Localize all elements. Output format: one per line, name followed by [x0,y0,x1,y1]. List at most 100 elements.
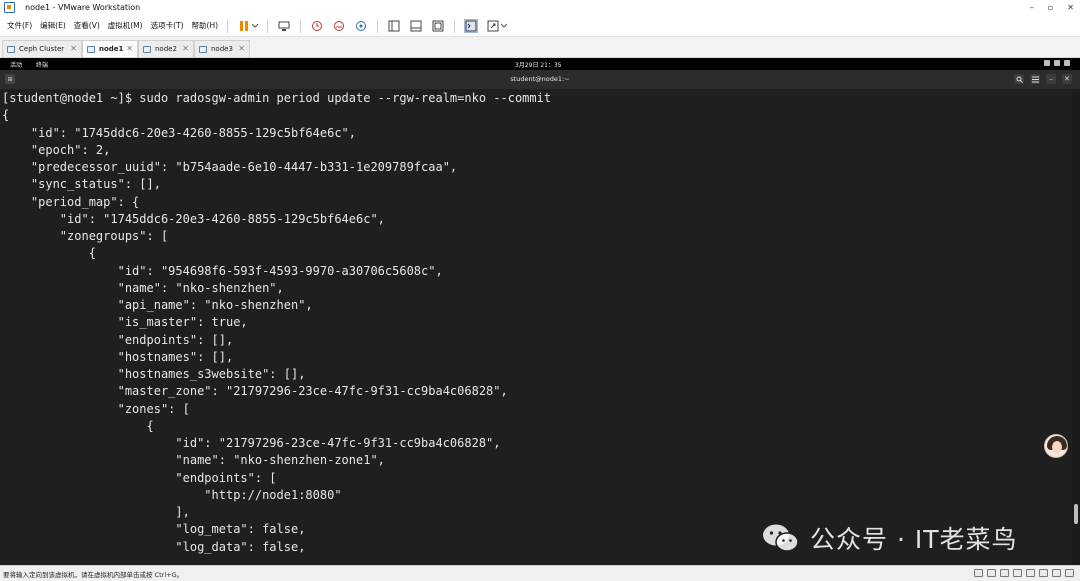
activities-button[interactable]: 活动 [10,60,22,69]
toolbar-separator [227,18,229,33]
close-icon[interactable]: ✕ [238,44,245,53]
harddisk-icon[interactable] [974,569,983,577]
window-title: node1 - VMware Workstation [25,3,141,12]
send-ctrl-alt-del-icon[interactable] [277,19,291,33]
menu-view[interactable]: 查看(V) [70,20,104,31]
chevron-down-icon[interactable] [252,19,259,33]
terminal-output-line: "log_meta": false, [2,522,306,537]
terminal-output-line: "epoch": 2, [2,142,111,157]
toolbar-separator [377,18,379,33]
tab-label: Ceph Cluster [19,45,65,53]
terminal-output-line: "hostnames_s3website": [], [2,367,306,381]
terminal-output-line: "id": "1745ddc6-20e3-4260-8855-129c5bf64… [2,125,357,140]
terminal-output-line: ], [2,505,190,519]
fullscreen-icon[interactable] [486,19,500,33]
menu-vm[interactable]: 虚拟机(M) [104,20,147,31]
tab-label: node3 [211,45,233,53]
status-bar: 要将输入定向到该虚拟机，请在虚拟机内部单击或按 Ctrl+G。 [0,565,1080,581]
menu-tabs[interactable]: 选项卡(T) [147,20,188,31]
thumbnail-view-icon[interactable] [409,19,423,33]
snapshot-icon[interactable] [310,19,324,33]
sidebar-view-icon[interactable] [387,19,401,33]
vm-tab-bar: Ceph Cluster ✕ node1 ✕ node2 ✕ node3 ✕ [0,38,1080,58]
close-icon[interactable]: ✕ [182,44,189,53]
hamburger-menu-icon[interactable] [1030,74,1040,84]
terminal-header-bar: ⊞ student@node1:~ – ✕ [0,70,1080,89]
tab-node2[interactable]: node2 ✕ [138,40,194,57]
console-view-icon[interactable] [464,18,479,33]
terminal-output-line: "log_data": false, [2,539,306,554]
tab-label: node2 [155,45,177,53]
search-icon[interactable] [1014,74,1024,84]
power-icon [1064,60,1070,66]
close-icon[interactable]: ✕ [1062,74,1072,84]
vm-icon [7,45,15,53]
message-icon[interactable] [1065,569,1074,577]
clock[interactable]: 3月29日 21：35 [515,60,562,69]
terminal-output-line: { [2,246,96,261]
toolbar-separator [300,18,302,33]
terminal-output-line: "api_name": "nko-shenzhen", [2,298,313,312]
cdrom-icon[interactable] [987,569,996,577]
close-icon[interactable]: ✕ [126,44,133,53]
chevron-down-icon[interactable] [501,19,508,33]
toolbar-separator [267,18,269,33]
terminal-output-line: "sync_status": [], [2,177,161,192]
tab-node1[interactable]: node1 ✕ [82,40,138,57]
usb-icon[interactable] [1013,569,1022,577]
terminal-scrollbar[interactable] [1072,89,1080,565]
display-icon[interactable] [1052,569,1061,577]
pause-icon[interactable] [237,19,251,33]
vmware-app-icon [4,2,15,13]
maximize-button[interactable]: ▫ [1048,3,1053,12]
window-title-bar: node1 - VMware Workstation – ▫ ✕ [0,0,1080,15]
terminal-output-line: "zonegroups": [ [2,229,169,243]
network-icon [1044,60,1050,66]
close-button[interactable]: ✕ [1067,3,1074,12]
tab-node3[interactable]: node3 ✕ [194,40,250,57]
terminal-command-line: [student@node1 ~]$ sudo radosgw-admin pe… [2,91,552,105]
menu-edit[interactable]: 编辑(E) [36,20,70,31]
terminal-output-line: { [2,108,10,123]
close-icon[interactable]: ✕ [70,44,77,53]
terminal-output-line: "id": "954698f6-593f-4593-9970-a30706c56… [2,263,443,278]
tab-ceph-cluster[interactable]: Ceph Cluster ✕ [2,40,82,57]
terminal-output-line: "endpoints": [ [2,470,277,485]
toolbar-separator [454,18,456,33]
window-controls: – ▫ ✕ [1030,0,1074,15]
scrollbar-thumb[interactable] [1074,504,1078,524]
terminal-app-menu[interactable]: 终端 [36,60,48,69]
volume-icon [1054,60,1060,66]
guest-top-bar: 活动 终端 3月29日 21：35 [0,58,1080,70]
revert-snapshot-icon[interactable] [332,19,346,33]
sound-icon[interactable] [1026,569,1035,577]
terminal-output[interactable]: [student@node1 ~]$ sudo radosgw-admin pe… [0,89,1072,565]
snapshot-manager-icon[interactable] [354,19,368,33]
tab-label: node1 [99,45,124,53]
terminal-output-line: "period_map": { [2,194,140,209]
terminal-output-line: "name": "nko-shenzhen", [2,280,284,295]
terminal-output-line: "is_master": true, [2,315,248,330]
vm-icon [143,45,151,53]
avatar [1044,434,1068,458]
minimize-button[interactable]: – [1030,3,1034,12]
library-view-icon[interactable] [431,19,445,33]
terminal-output-line: "endpoints": [], [2,332,234,347]
terminal-output-line: "http://node1:8080" [2,487,342,502]
terminal-lines: [student@node1 ~]$ sudo radosgw-admin pe… [2,90,551,556]
terminal-output-line: "zones": [ [2,401,190,416]
device-status-icons [974,569,1074,577]
system-tray[interactable] [1044,60,1070,66]
terminal-title: student@node1:~ [510,75,570,83]
menu-file[interactable]: 文件(F) [3,20,36,31]
status-text: 要将输入定向到该虚拟机，请在虚拟机内部单击或按 Ctrl+G。 [3,570,184,579]
terminal-output-line: "predecessor_uuid": "b754aade-6e10-4447-… [2,160,458,174]
network-adapter-icon[interactable] [1000,569,1009,577]
printer-icon[interactable] [1039,569,1048,577]
terminal-output-line: "name": "nko-shenzhen-zone1", [2,453,385,468]
wechat-logo-icon [762,523,800,553]
terminal-output-line: "id": "21797296-23ce-47fc-9f31-cc9ba4c06… [2,436,501,450]
menu-toolbar: 文件(F) 编辑(E) 查看(V) 虚拟机(M) 选项卡(T) 帮助(H) [0,15,1080,37]
minimize-icon[interactable]: – [1046,74,1056,84]
menu-help[interactable]: 帮助(H) [188,20,223,31]
